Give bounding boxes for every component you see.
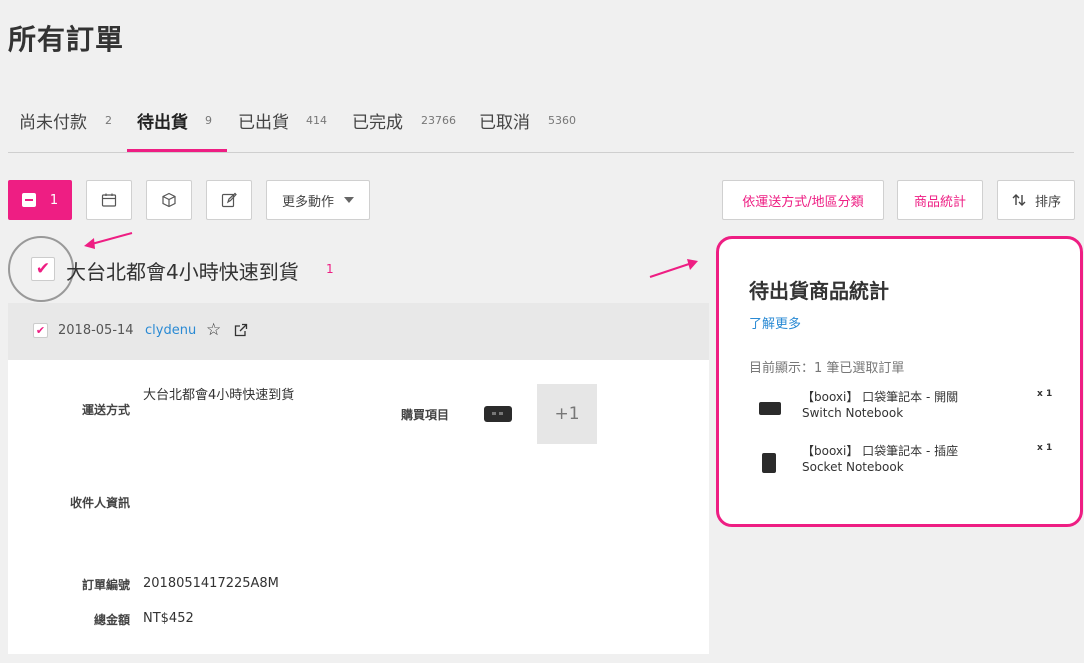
stat-item-name: 【booxi】 口袋筆記本 - 開關 Switch Notebook <box>802 389 958 421</box>
stat-item-qty: x 1 <box>1037 389 1053 399</box>
stat-item: 【booxi】 口袋筆記本 - 插座 Socket Notebook x 1 <box>719 443 1080 483</box>
deselect-icon <box>21 193 36 207</box>
order-details: 運送方式 大台北都會4小時快速到貨 購買項目 +1 收件人資訊 訂單編號 201… <box>8 360 709 654</box>
group-by-shipping-label: 依運送方式/地區分類 <box>742 194 864 210</box>
group-checkbox[interactable]: ✔ <box>31 257 55 281</box>
product-thumbnail <box>759 402 781 415</box>
stat-item-name-en: Switch Notebook <box>802 406 904 420</box>
stat-item-qty: x 1 <box>1037 443 1053 453</box>
stat-item-name-en: Socket Notebook <box>802 460 904 474</box>
star-icon[interactable]: ☆ <box>206 320 221 340</box>
page-title: 所有訂單 <box>8 23 125 56</box>
edit-button[interactable] <box>206 180 252 220</box>
tab-count: 23766 <box>421 114 456 127</box>
tab-to-ship[interactable]: 待出貨 9 <box>137 100 227 153</box>
stat-item-name-zh: 【booxi】 口袋筆記本 - 開關 <box>802 390 959 404</box>
selected-count: 1 <box>49 192 59 208</box>
more-actions-dropdown[interactable]: 更多動作 <box>266 180 370 220</box>
stat-item: 【booxi】 口袋筆記本 - 開關 Switch Notebook x 1 <box>719 389 1080 429</box>
order-number-label: 訂單編號 <box>82 578 131 592</box>
tab-count: 9 <box>205 114 212 127</box>
stat-item-name: 【booxi】 口袋筆記本 - 插座 Socket Notebook <box>802 443 958 475</box>
tab-label: 已出貨 <box>238 113 289 133</box>
product-thumbnail[interactable] <box>484 406 512 422</box>
sort-label: 排序 <box>1034 194 1061 210</box>
tab-completed[interactable]: 已完成 23766 <box>352 100 472 153</box>
shipping-group-title: 大台北都會4小時快速到貨 <box>66 260 299 284</box>
tab-shipped[interactable]: 已出貨 414 <box>238 100 338 153</box>
product-stats-button[interactable]: 商品統計 <box>897 180 983 220</box>
caret-down-icon <box>344 197 354 203</box>
tab-label: 尚未付款 <box>19 113 87 133</box>
tab-count: 2 <box>105 114 112 127</box>
tab-label: 已取消 <box>479 113 530 133</box>
highlight-circle: ✔ <box>8 236 74 302</box>
customer-link[interactable]: clydenu <box>145 323 196 338</box>
tab-count: 414 <box>306 114 327 127</box>
order-tabs: 尚未付款 2 待出貨 9 已出貨 414 已完成 23766 已取消 5360 <box>8 100 1074 153</box>
purchase-items-label: 購買項目 <box>401 408 450 422</box>
shipping-method-value: 大台北都會4小時快速到貨 <box>143 388 295 403</box>
tab-count: 5360 <box>548 114 576 127</box>
annotation-arrow-left <box>84 232 133 249</box>
order-checkbox[interactable]: ✔ <box>33 323 48 338</box>
more-actions-label: 更多動作 <box>281 194 334 210</box>
edit-icon <box>221 192 237 208</box>
box-icon <box>162 192 176 208</box>
tab-label: 已完成 <box>352 113 403 133</box>
total-value: NT$452 <box>143 611 194 626</box>
recipient-label: 收件人資訊 <box>70 496 131 510</box>
tab-cancelled[interactable]: 已取消 5360 <box>479 100 589 153</box>
annotation-arrow-right <box>649 259 698 278</box>
product-thumbnail <box>762 453 776 473</box>
shipping-stats-panel: 待出貨商品統計 了解更多 目前顯示：1 筆已選取訂單 【booxi】 口袋筆記本… <box>716 236 1083 527</box>
order-header: ✔ 2018-05-14 clydenu ☆ <box>8 303 709 360</box>
product-stats-label: 商品統計 <box>913 194 966 210</box>
group-by-shipping-button[interactable]: 依運送方式/地區分類 <box>722 180 884 220</box>
select-all-button[interactable]: 1 <box>8 180 72 220</box>
sort-button[interactable]: 排序 <box>997 180 1075 220</box>
external-link-icon[interactable] <box>234 323 248 337</box>
total-label: 總金額 <box>94 613 131 627</box>
tab-label: 待出貨 <box>137 113 188 133</box>
date-filter-button[interactable] <box>86 180 132 220</box>
shipping-button[interactable] <box>146 180 192 220</box>
shipping-method-label: 運送方式 <box>82 403 131 417</box>
shipping-group-count: 1 <box>326 262 334 276</box>
stats-panel-title: 待出貨商品統計 <box>749 279 889 303</box>
tab-unpaid[interactable]: 尚未付款 2 <box>19 100 119 153</box>
calendar-icon <box>101 193 117 207</box>
learn-more-link[interactable]: 了解更多 <box>749 313 801 332</box>
order-number-value: 2018051417225A8M <box>143 576 279 591</box>
order-date: 2018-05-14 <box>58 323 134 338</box>
stats-showing-text: 目前顯示：1 筆已選取訂單 <box>749 361 905 376</box>
more-items-button[interactable]: +1 <box>537 384 597 444</box>
stat-item-name-zh: 【booxi】 口袋筆記本 - 插座 <box>802 444 959 458</box>
active-tab-indicator <box>127 149 227 152</box>
sort-icon <box>1012 194 1026 206</box>
